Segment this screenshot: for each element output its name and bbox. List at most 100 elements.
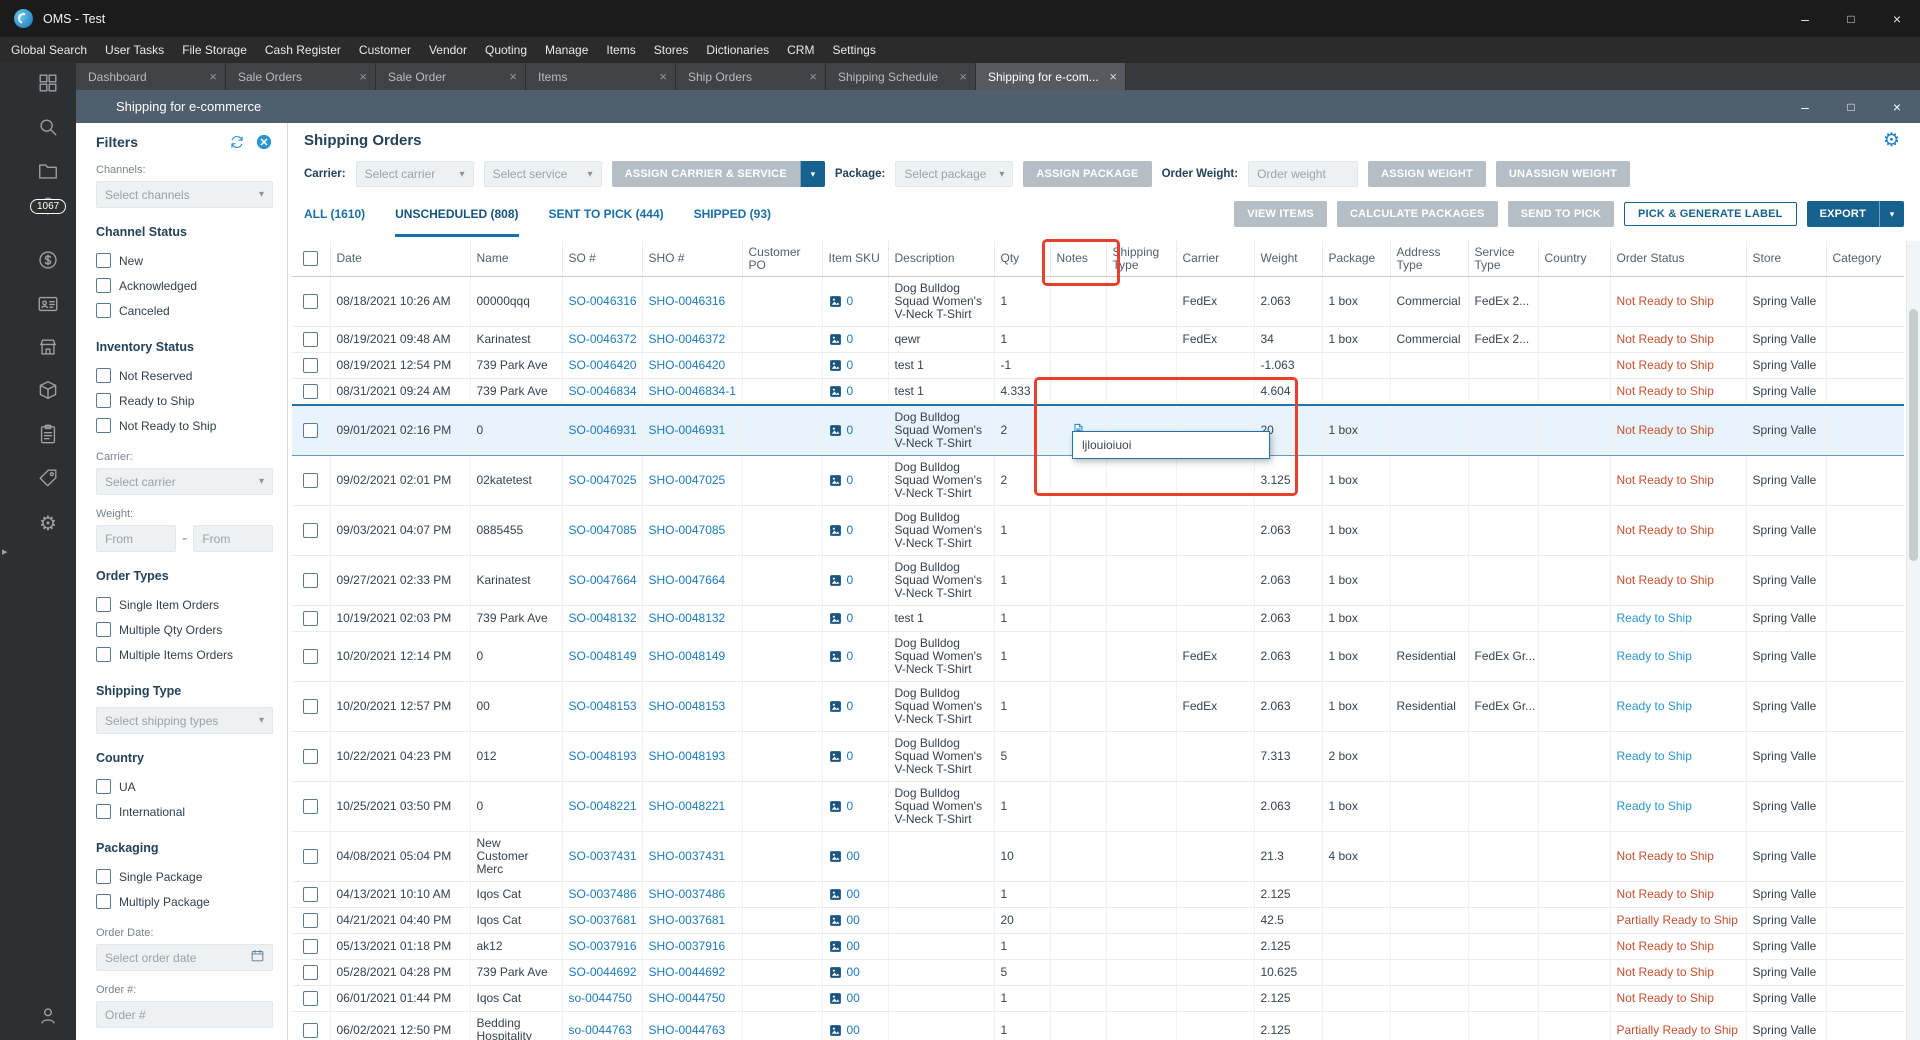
tab-close-icon[interactable]: × — [1109, 69, 1117, 84]
tab-sale-orders[interactable]: Sale Orders × — [226, 63, 376, 90]
so-link[interactable]: SO-0037681 — [569, 913, 637, 927]
sidebar-inventory-icon[interactable] — [37, 379, 59, 401]
send-to-pick-button[interactable]: SEND TO PICK — [1507, 201, 1614, 227]
so-link[interactable]: SO-0046372 — [569, 332, 637, 346]
close-filters-icon[interactable] — [255, 133, 273, 151]
sho-link[interactable]: SHO-0037431 — [649, 849, 726, 863]
sho-link[interactable]: SHO-0047085 — [649, 523, 726, 537]
checkbox[interactable] — [96, 779, 111, 794]
row-checkbox[interactable] — [303, 749, 319, 764]
so-link[interactable]: SO-0044692 — [569, 965, 637, 979]
window-close-button[interactable]: × — [1874, 0, 1920, 37]
filter-check-not-ready-to-ship[interactable]: Not Ready to Ship — [96, 413, 273, 438]
filter-select-shipping-type[interactable]: Select shipping types ▾ — [96, 707, 273, 734]
view-items-button[interactable]: VIEW ITEMS — [1234, 201, 1327, 227]
package-select[interactable]: Select package ▾ — [895, 161, 1014, 187]
so-link[interactable]: SO-0037916 — [569, 939, 637, 953]
tab-ship-orders[interactable]: Ship Orders × — [676, 63, 826, 90]
export-button[interactable]: EXPORT — [1806, 201, 1879, 227]
tab-close-icon[interactable]: × — [359, 69, 367, 84]
row-checkbox[interactable] — [303, 939, 319, 954]
tab-shipping-schedule[interactable]: Shipping Schedule × — [826, 63, 976, 90]
filter-check-single-package[interactable]: Single Package — [96, 864, 273, 889]
so-link[interactable]: SO-0048132 — [569, 611, 637, 625]
sho-link[interactable]: SHO-0046316 — [649, 294, 726, 308]
sho-link[interactable]: SHO-0046420 — [649, 358, 726, 372]
filter-input-order[interactable] — [96, 1001, 273, 1028]
view-tab-shipped-93[interactable]: SHIPPED (93) — [694, 191, 771, 237]
view-tab-sent-to-pick-444[interactable]: SENT TO PICK (444) — [549, 191, 664, 237]
order-date-input[interactable] — [97, 945, 250, 970]
checkbox[interactable] — [96, 303, 111, 318]
so-link[interactable]: SO-0048149 — [569, 649, 637, 663]
row-checkbox[interactable] — [303, 573, 319, 588]
so-link[interactable]: SO-0037486 — [569, 887, 637, 901]
so-link[interactable]: SO-0047664 — [569, 573, 637, 587]
refresh-filters-icon[interactable] — [228, 133, 246, 151]
item-sku-link[interactable]: 0 — [829, 524, 882, 537]
weight-to-input[interactable] — [193, 525, 274, 552]
sho-link[interactable]: SHO-0046931 — [649, 423, 726, 437]
filter-check-canceled[interactable]: Canceled — [96, 298, 273, 323]
filter-check-acknowledged[interactable]: Acknowledged — [96, 273, 273, 298]
item-sku-link[interactable]: 00 — [829, 940, 882, 953]
filter-check-not-reserved[interactable]: Not Reserved — [96, 363, 273, 388]
inner-window-restore-button[interactable]: □ — [1828, 90, 1874, 123]
sho-link[interactable]: SHO-0047664 — [649, 573, 726, 587]
select-all-checkbox[interactable] — [303, 251, 319, 266]
so-link[interactable]: SO-0046420 — [569, 358, 637, 372]
window-minimize-button[interactable]: – — [1782, 0, 1828, 37]
sidebar-dashboard-icon[interactable] — [37, 72, 59, 94]
assign-carrier-service-caret-icon[interactable]: ▾ — [799, 161, 825, 187]
menu-item-dictionaries[interactable]: Dictionaries — [697, 37, 778, 63]
assign-weight-button[interactable]: ASSIGN WEIGHT — [1368, 161, 1486, 187]
so-link[interactable]: SO-0046834 — [569, 384, 637, 398]
assign-carrier-service-button[interactable]: ASSIGN CARRIER & SERVICE — [611, 161, 800, 187]
sho-link[interactable]: SHO-0037486 — [649, 887, 726, 901]
item-sku-link[interactable]: 00 — [829, 888, 882, 901]
checkbox[interactable] — [96, 597, 111, 612]
inner-window-close-button[interactable]: × — [1874, 90, 1920, 123]
item-sku-link[interactable]: 00 — [829, 850, 882, 863]
sidebar-stores-icon[interactable] — [37, 336, 59, 358]
row-checkbox[interactable] — [303, 332, 319, 347]
menu-item-global-search[interactable]: Global Search — [2, 37, 96, 63]
pick-generate-label-button[interactable]: PICK & GENERATE LABEL — [1624, 202, 1797, 226]
filter-check-multiply-package[interactable]: Multiply Package — [96, 889, 273, 914]
row-checkbox[interactable] — [303, 423, 319, 438]
row-checkbox[interactable] — [303, 358, 319, 373]
order-weight-input[interactable] — [1248, 161, 1359, 187]
checkbox[interactable] — [96, 804, 111, 819]
row-checkbox[interactable] — [303, 1022, 319, 1038]
checkbox[interactable] — [96, 647, 111, 662]
filter-check-single-item-orders[interactable]: Single Item Orders — [96, 592, 273, 617]
item-sku-link[interactable]: 00 — [829, 992, 882, 1005]
sho-link[interactable]: SHO-0037681 — [649, 913, 726, 927]
menu-item-settings[interactable]: Settings — [823, 37, 884, 63]
menu-item-user-tasks[interactable]: User Tasks — [96, 37, 173, 63]
row-checkbox[interactable] — [303, 799, 319, 814]
item-sku-link[interactable]: 0 — [829, 385, 882, 398]
row-checkbox[interactable] — [303, 294, 319, 309]
item-sku-link[interactable]: 0 — [829, 424, 882, 437]
checkbox[interactable] — [96, 278, 111, 293]
sho-link[interactable]: SHO-0046834-1 — [649, 384, 736, 398]
tab-close-icon[interactable]: × — [509, 69, 517, 84]
sho-link[interactable]: SHO-0046372 — [649, 332, 726, 346]
weight-from-input[interactable] — [96, 525, 176, 552]
tab-close-icon[interactable]: × — [659, 69, 667, 84]
menu-item-crm[interactable]: CRM — [778, 37, 823, 63]
menu-item-file-storage[interactable]: File Storage — [173, 37, 256, 63]
item-sku-link[interactable]: 0 — [829, 750, 882, 763]
order-date-field[interactable] — [96, 944, 273, 971]
sidebar-settings-icon[interactable]: ⚙ — [37, 513, 59, 535]
row-checkbox[interactable] — [303, 965, 319, 980]
sho-link[interactable]: SHO-0048149 — [649, 649, 726, 663]
item-sku-link[interactable]: 00 — [829, 914, 882, 927]
so-link[interactable]: SO-0047085 — [569, 523, 637, 537]
item-sku-link[interactable]: 0 — [829, 359, 882, 372]
item-sku-link[interactable]: 00 — [829, 1023, 882, 1037]
filter-check-ua[interactable]: UA — [96, 774, 273, 799]
so-link[interactable]: so-0044750 — [569, 991, 632, 1005]
menu-item-stores[interactable]: Stores — [645, 37, 698, 63]
